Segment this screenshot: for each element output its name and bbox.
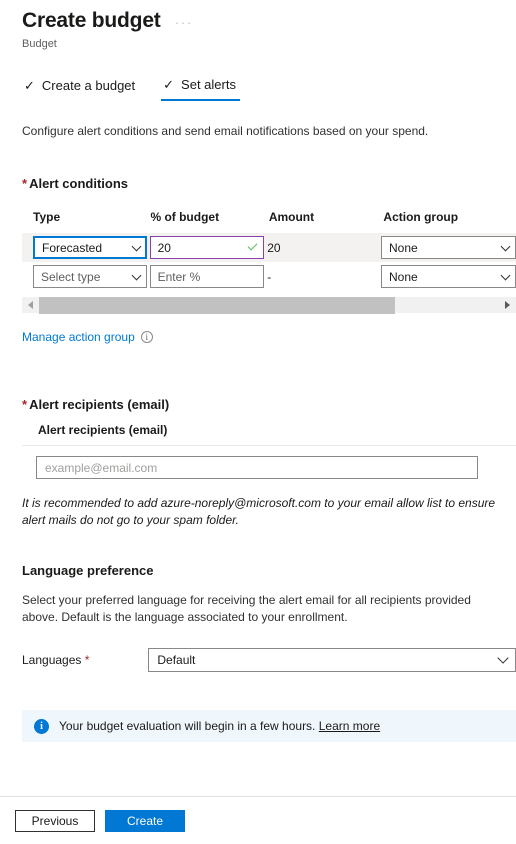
languages-dropdown[interactable]: Default <box>148 648 516 672</box>
column-header-action-group: Action group <box>383 210 459 224</box>
create-budget-blade: Create budget ··· Budget ✓ Create a budg… <box>0 0 516 844</box>
alert-type-value: Forecasted <box>42 240 103 255</box>
chevron-down-icon <box>500 270 511 280</box>
blade-header: Create budget ··· Budget <box>0 0 516 51</box>
scrollbar-track[interactable] <box>39 296 499 314</box>
cell-amount: 20 <box>267 241 381 255</box>
tab-label: Set alerts <box>181 77 236 92</box>
learn-more-link[interactable]: Learn more <box>319 719 380 733</box>
cell-type: Forecasted <box>22 236 150 259</box>
cell-percent: Enter % <box>149 265 268 288</box>
cell-type: Select type <box>22 265 150 288</box>
scrollbar-thumb[interactable] <box>39 296 395 314</box>
chevron-down-icon <box>131 241 142 251</box>
column-header-amount: Amount <box>268 210 315 224</box>
languages-label-text: Languages <box>22 653 82 667</box>
column-header-type: Type <box>33 210 61 224</box>
alert-type-dropdown[interactable]: Forecasted <box>33 236 147 259</box>
required-asterisk: * <box>84 653 90 667</box>
alert-conditions-heading-text: Alert conditions <box>29 176 129 191</box>
amount-value: - <box>267 269 272 284</box>
cell-action-group: None <box>381 236 516 259</box>
required-asterisk: * <box>22 397 28 412</box>
cell-percent: 20 <box>149 236 268 259</box>
column-header-percent-of-budget: % of budget <box>150 210 220 224</box>
title-row: Create budget ··· <box>22 8 516 34</box>
languages-field-row: Languages * Default <box>22 648 516 672</box>
manage-action-group-link[interactable]: Manage action group <box>22 330 135 344</box>
cell-amount: - <box>267 270 381 284</box>
chevron-down-icon <box>131 270 142 280</box>
info-icon[interactable]: i <box>140 331 153 343</box>
alert-recipients-input[interactable]: example@email.com <box>36 456 478 479</box>
info-banner-message: Your budget evaluation will begin in a f… <box>59 719 316 733</box>
divider <box>22 445 516 446</box>
valid-check-icon <box>247 240 258 250</box>
scroll-right-arrow-icon[interactable] <box>499 297 516 314</box>
action-group-dropdown[interactable]: None <box>381 236 516 259</box>
create-button[interactable]: Create <box>105 809 185 832</box>
alert-conditions-heading: * Alert conditions <box>22 175 516 192</box>
alert-recipients-heading-text: Alert recipients (email) <box>29 397 170 412</box>
tab-set-alerts[interactable]: ✓ Set alerts <box>161 75 240 101</box>
percent-value: Enter % <box>157 269 201 284</box>
alert-recipients-placeholder: example@email.com <box>45 460 158 475</box>
languages-selected-value: Default <box>157 653 196 667</box>
percent-value: 20 <box>157 240 171 255</box>
table-horizontal-scrollbar[interactable] <box>22 296 516 314</box>
wizard-tabs: ✓ Create a budget ✓ Set alerts <box>22 75 516 101</box>
percent-of-budget-input[interactable]: Enter % <box>149 265 264 288</box>
language-preference-heading: Language preference <box>22 563 154 578</box>
page-title: Create budget <box>22 9 161 32</box>
language-preference-description: Select your preferred language for recei… <box>22 593 471 624</box>
table-row: Forecasted 20 20 None <box>22 233 516 262</box>
alert-type-value: Select type <box>41 269 101 284</box>
scroll-left-arrow-icon[interactable] <box>22 297 39 314</box>
amount-value: 20 <box>267 240 281 255</box>
manage-action-group-row: Manage action group i <box>22 330 516 344</box>
info-banner-text: Your budget evaluation will begin in a f… <box>59 719 380 733</box>
alert-conditions-table: Type % of budget Amount Action group For… <box>22 210 516 314</box>
table-header-row: Type % of budget Amount Action group <box>22 210 516 233</box>
chevron-down-icon <box>497 652 509 664</box>
required-asterisk: * <box>22 176 28 191</box>
chevron-down-icon <box>500 241 511 251</box>
check-icon: ✓ <box>163 77 175 92</box>
tab-label: Create a budget <box>41 78 136 93</box>
check-icon: ✓ <box>24 78 35 93</box>
percent-of-budget-input[interactable]: 20 <box>149 236 264 259</box>
alert-recipients-note: It is recommended to add azure-noreply@m… <box>22 496 496 527</box>
action-group-value: None <box>389 269 418 284</box>
action-group-value: None <box>389 240 418 255</box>
alert-recipients-heading: * Alert recipients (email) <box>22 396 516 413</box>
more-options-button[interactable]: ··· <box>175 15 194 29</box>
action-group-dropdown[interactable]: None <box>381 265 516 288</box>
alert-type-dropdown[interactable]: Select type <box>33 265 147 288</box>
table-row: Select type Enter % - None <box>22 262 516 291</box>
page-description: Configure alert conditions and send emai… <box>22 124 429 138</box>
cell-action-group: None <box>381 265 516 288</box>
breadcrumb: Budget <box>22 38 57 50</box>
languages-label: Languages * <box>22 653 148 667</box>
previous-button[interactable]: Previous <box>15 809 95 832</box>
alert-recipients-field-label: Alert recipients (email) <box>38 423 168 437</box>
footer-toolbar: Previous Create <box>0 797 516 844</box>
info-banner: i Your budget evaluation will begin in a… <box>22 710 516 742</box>
info-icon: i <box>34 718 49 734</box>
tab-create-a-budget[interactable]: ✓ Create a budget <box>22 75 139 101</box>
